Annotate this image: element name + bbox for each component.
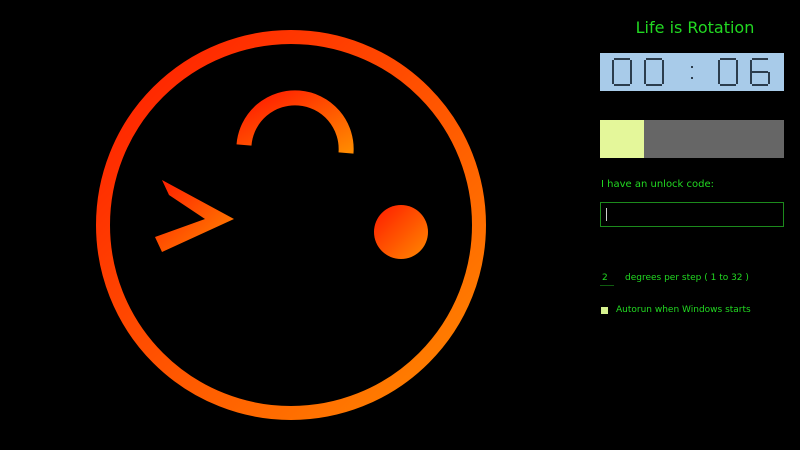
app-title: Life is Rotation bbox=[635, 18, 755, 37]
seven-segment-timer bbox=[612, 58, 770, 86]
face-arc-mouth bbox=[236, 90, 354, 154]
timer-segment bbox=[630, 72, 632, 84]
timer-segment bbox=[752, 84, 768, 86]
timer-segment bbox=[736, 60, 738, 72]
timer-segment bbox=[662, 60, 664, 72]
timer-segment bbox=[644, 72, 646, 84]
open-eye bbox=[374, 205, 428, 259]
timer-segment bbox=[752, 71, 768, 73]
degrees-input-underline bbox=[600, 285, 614, 286]
timer-colon-dot bbox=[691, 77, 693, 79]
timer-digit-2 bbox=[718, 58, 738, 86]
timer-display bbox=[600, 53, 784, 91]
rotating-smiley-face bbox=[96, 30, 486, 420]
wink-eye bbox=[155, 180, 234, 252]
timer-segment bbox=[614, 58, 630, 60]
timer-digit-3 bbox=[750, 58, 770, 86]
timer-segment bbox=[736, 72, 738, 84]
unlock-code-label: I have an unlock code: bbox=[601, 179, 715, 190]
degrees-per-step-label: degrees per step ( 1 to 32 ) bbox=[625, 273, 749, 283]
rotation-progress-bar bbox=[600, 120, 784, 158]
timer-segment bbox=[750, 60, 752, 72]
timer-segment bbox=[752, 58, 768, 60]
timer-segment bbox=[644, 60, 646, 72]
text-caret bbox=[606, 208, 607, 221]
autorun-label[interactable]: Autorun when Windows starts bbox=[616, 305, 751, 315]
timer-segment bbox=[646, 58, 662, 60]
timer-segment bbox=[768, 72, 770, 84]
timer-segment bbox=[718, 60, 720, 72]
timer-segment bbox=[630, 60, 632, 72]
unlock-code-input[interactable] bbox=[600, 202, 784, 227]
timer-segment bbox=[612, 60, 614, 72]
timer-segment bbox=[750, 72, 752, 84]
timer-segment bbox=[612, 72, 614, 84]
timer-digit-1 bbox=[644, 58, 664, 86]
timer-segment bbox=[718, 72, 720, 84]
autorun-checkbox[interactable] bbox=[601, 307, 608, 314]
degrees-per-step-input[interactable]: 2 bbox=[602, 273, 614, 283]
rotation-progress-fill bbox=[600, 120, 645, 158]
timer-segment bbox=[646, 84, 662, 86]
timer-digit-0 bbox=[612, 58, 632, 86]
timer-segment bbox=[720, 58, 736, 60]
timer-segment bbox=[614, 84, 630, 86]
timer-segment bbox=[662, 72, 664, 84]
timer-segment bbox=[720, 84, 736, 86]
timer-colon-dot bbox=[691, 66, 693, 68]
